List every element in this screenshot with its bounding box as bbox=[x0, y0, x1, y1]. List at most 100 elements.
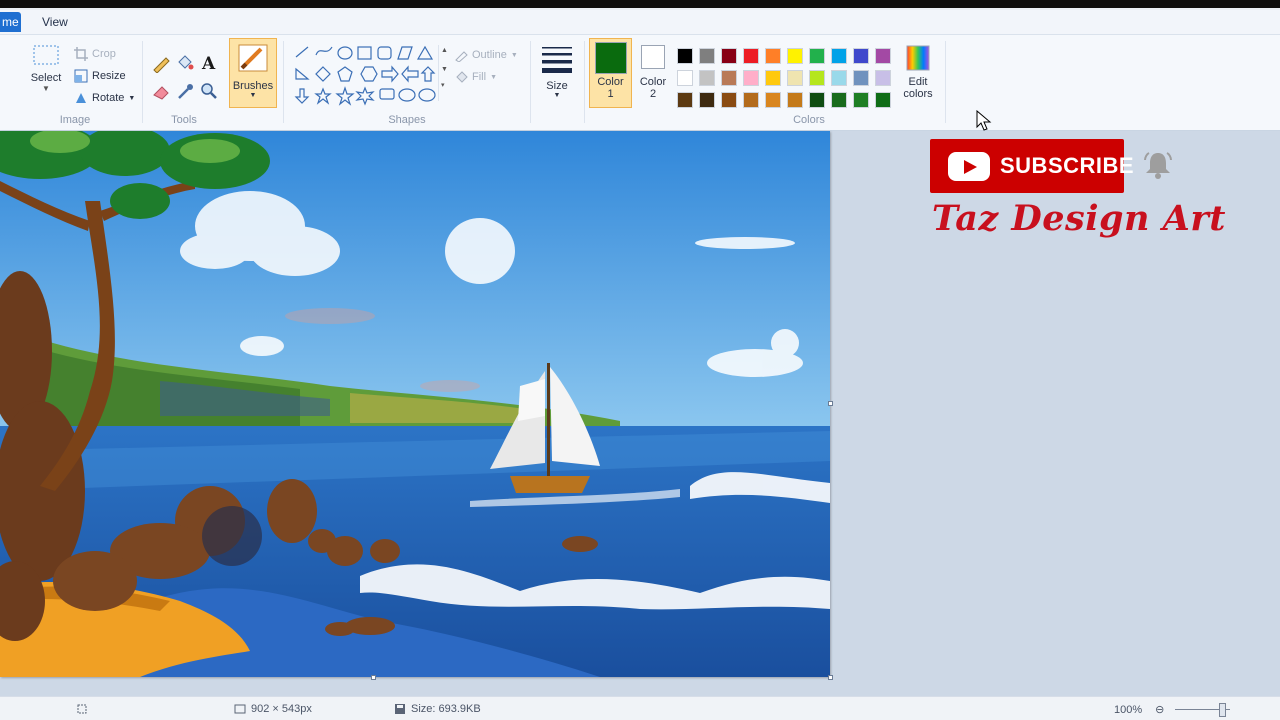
seascape-painting bbox=[0, 131, 830, 677]
rotate-button[interactable]: Rotate ▼ bbox=[74, 91, 135, 105]
outline-dropdown-icon: ▼ bbox=[510, 51, 518, 59]
dimensions-readout: 902 × 543px bbox=[234, 703, 312, 715]
palette-swatch[interactable] bbox=[765, 48, 781, 64]
color1-swatch bbox=[594, 42, 627, 74]
resize-handle-corner[interactable] bbox=[828, 675, 833, 680]
palette-swatch[interactable] bbox=[809, 92, 825, 108]
palette-swatch[interactable] bbox=[699, 70, 715, 86]
palette-swatch[interactable] bbox=[831, 92, 847, 108]
tools-group-label: Tools bbox=[171, 114, 197, 126]
rainbow-icon bbox=[906, 45, 930, 71]
crop-button[interactable]: Crop bbox=[74, 47, 116, 61]
palette-swatch[interactable] bbox=[743, 48, 759, 64]
outline-label: Outline bbox=[472, 49, 507, 61]
color1-number: 1 bbox=[607, 88, 614, 100]
palette-swatch[interactable] bbox=[809, 70, 825, 86]
image-group: Select ▼ Crop Resize Rotate ▼ Image bbox=[0, 35, 150, 130]
tab-home[interactable]: me bbox=[0, 12, 21, 32]
edit-colors-label-1: Edit bbox=[908, 76, 928, 88]
youtube-play-icon bbox=[948, 152, 990, 181]
status-bar: 902 × 543px Size: 693.9KB 100% ⊖ bbox=[0, 696, 1280, 720]
fill-button[interactable]: Fill ▼ bbox=[454, 70, 497, 84]
subscribe-button[interactable]: SUBSCRIBE bbox=[930, 139, 1134, 193]
palette-swatch[interactable] bbox=[677, 70, 693, 86]
color2-swatch bbox=[641, 45, 665, 69]
text-icon[interactable]: A bbox=[199, 53, 219, 73]
svg-text:A: A bbox=[201, 54, 216, 73]
notification-bell-icon[interactable] bbox=[1142, 150, 1174, 180]
palette-swatch[interactable] bbox=[699, 48, 715, 64]
paint-window: me View Select ▼ Crop Resize Rotate ▼ Im… bbox=[0, 8, 1280, 720]
zoom-slider[interactable] bbox=[1175, 703, 1231, 717]
shapes-group-label: Shapes bbox=[388, 114, 426, 126]
palette-swatch[interactable] bbox=[853, 70, 869, 86]
palette-swatch[interactable] bbox=[721, 92, 737, 108]
colors-group-label: Colors bbox=[793, 114, 825, 126]
palette-swatch[interactable] bbox=[765, 70, 781, 86]
divider bbox=[584, 41, 585, 123]
mouse-cursor-icon bbox=[976, 110, 992, 131]
zoom-out-icon[interactable]: ⊖ bbox=[1155, 703, 1164, 716]
magnifier-icon[interactable] bbox=[199, 81, 219, 101]
resize-button[interactable]: Resize bbox=[74, 69, 126, 83]
palette-swatch[interactable] bbox=[831, 70, 847, 86]
resize-handle-bottom[interactable] bbox=[371, 675, 376, 680]
crop-label: Crop bbox=[92, 48, 116, 60]
palette-swatch[interactable] bbox=[853, 48, 869, 64]
fill-bucket-icon[interactable] bbox=[175, 53, 195, 73]
color1-button[interactable]: Color 1 bbox=[589, 38, 632, 108]
palette-swatch[interactable] bbox=[721, 70, 737, 86]
edit-colors-label-2: colors bbox=[903, 88, 933, 100]
eraser-icon[interactable] bbox=[151, 81, 171, 101]
palette-swatch[interactable] bbox=[787, 70, 803, 86]
palette-swatch[interactable] bbox=[743, 70, 759, 86]
palette-swatch[interactable] bbox=[677, 48, 693, 64]
palette-swatch[interactable] bbox=[699, 92, 715, 108]
select-button[interactable]: Select ▼ bbox=[28, 43, 64, 93]
image-group-label: Image bbox=[59, 114, 91, 126]
drawing-canvas[interactable] bbox=[0, 131, 830, 677]
color-picker-icon[interactable] bbox=[175, 81, 195, 101]
palette-swatch[interactable] bbox=[787, 48, 803, 64]
color2-number: 2 bbox=[649, 88, 657, 100]
rotate-icon bbox=[76, 93, 86, 103]
fill-icon bbox=[456, 71, 468, 83]
brush-icon bbox=[238, 44, 268, 72]
brand-title: Taz Design Art bbox=[932, 198, 1226, 239]
fill-dropdown-icon: ▼ bbox=[490, 73, 497, 81]
palette-swatch[interactable] bbox=[875, 70, 891, 86]
shapes-scroll[interactable]: ▲ ▼ ▾ bbox=[438, 45, 449, 101]
palette-swatch[interactable] bbox=[677, 92, 693, 108]
colors-group: Colors bbox=[674, 35, 904, 130]
size-button[interactable]: Size ▼ bbox=[536, 43, 578, 99]
palette-swatch[interactable] bbox=[721, 48, 737, 64]
palette-swatch[interactable] bbox=[853, 92, 869, 108]
palette-swatch[interactable] bbox=[743, 92, 759, 108]
palette-swatch[interactable] bbox=[809, 48, 825, 64]
palette-swatch[interactable] bbox=[831, 48, 847, 64]
resize-icon bbox=[74, 69, 88, 83]
subscribe-label: SUBSCRIBE bbox=[1000, 153, 1135, 178]
resize-handle-right[interactable] bbox=[828, 401, 833, 406]
edit-colors-button[interactable]: Edit colors bbox=[900, 43, 936, 100]
shapes-gallery[interactable] bbox=[290, 43, 440, 109]
select-dropdown-icon: ▼ bbox=[42, 84, 50, 93]
color2-button[interactable]: Color 2 bbox=[635, 38, 671, 108]
outline-icon bbox=[455, 51, 468, 62]
palette-swatch[interactable] bbox=[875, 48, 891, 64]
outline-button[interactable]: Outline ▼ bbox=[454, 48, 518, 62]
brushes-button[interactable]: Brushes ▼ bbox=[229, 38, 277, 108]
file-size-readout: Size: 693.9KB bbox=[394, 703, 481, 715]
divider bbox=[530, 41, 531, 123]
palette-swatch[interactable] bbox=[765, 92, 781, 108]
color1-label: Color bbox=[597, 76, 624, 88]
fill-label: Fill bbox=[472, 71, 487, 83]
tab-view[interactable]: View bbox=[30, 12, 80, 32]
palette-swatch[interactable] bbox=[875, 92, 891, 108]
rotate-label: Rotate bbox=[92, 92, 125, 104]
pencil-icon[interactable] bbox=[151, 53, 171, 73]
size-dropdown-icon: ▼ bbox=[553, 92, 561, 99]
palette-swatch[interactable] bbox=[787, 92, 803, 108]
tools-group: A Tools bbox=[143, 35, 225, 130]
zoom-slider-thumb[interactable] bbox=[1219, 703, 1227, 717]
